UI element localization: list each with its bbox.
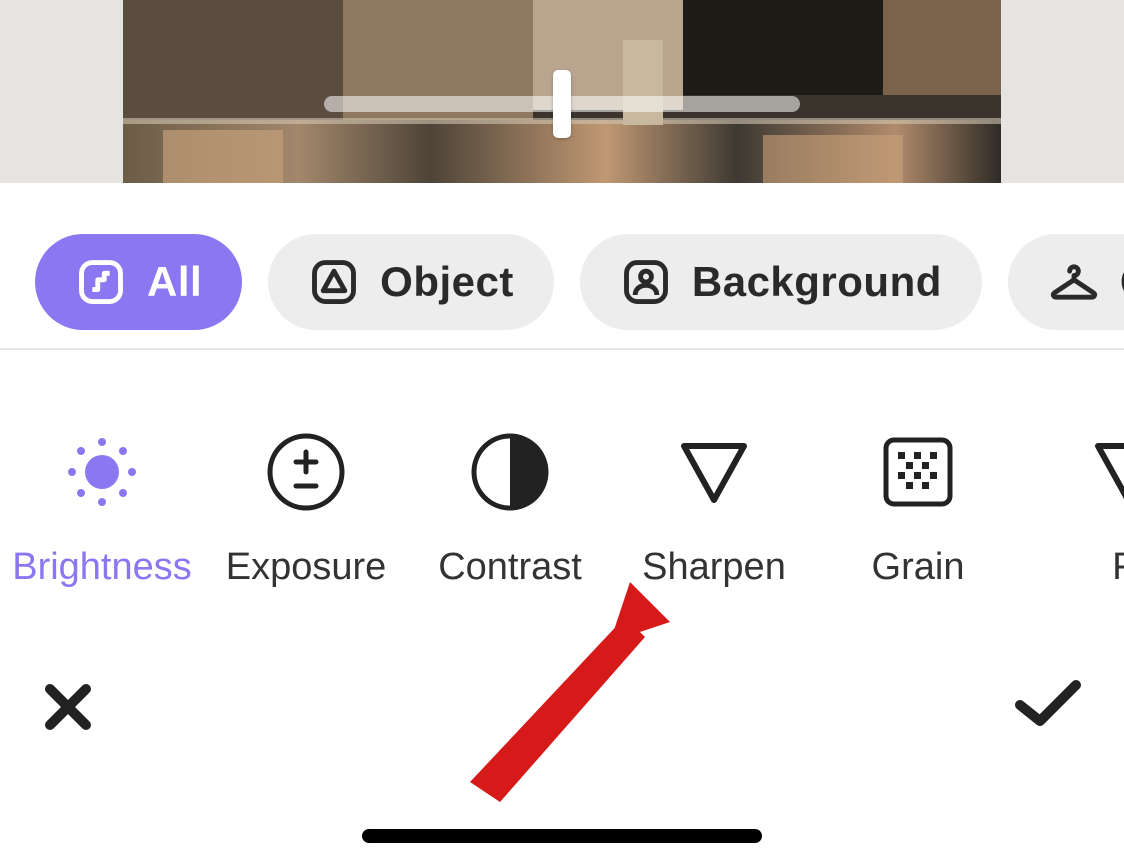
exposure-icon [264,430,348,514]
filter-tab-background[interactable]: Background [580,234,982,330]
fine-sharpen-icon [1086,430,1124,514]
tool-label: Brightness [12,546,192,589]
home-indicator [362,829,762,843]
filter-tab-clothing[interactable]: Cl [1008,234,1124,330]
tool-fine[interactable]: Fi [1026,430,1124,589]
tool-label: Sharpen [642,546,786,589]
tool-grain[interactable]: Grain [816,430,1020,589]
tool-label: Fi [1112,546,1124,589]
filter-tab-bar: All Object Background Cl [0,183,1124,350]
confirm-button[interactable] [1012,675,1084,736]
tool-contrast[interactable]: Contrast [408,430,612,589]
filter-tab-label: Background [692,258,942,306]
tool-label: Contrast [438,546,582,589]
grain-icon [876,430,960,514]
tool-exposure[interactable]: Exposure [204,430,408,589]
adjustment-tools-row: Brightness Exposure Contrast Sharpen [0,350,1124,589]
tool-label: Exposure [226,546,387,589]
cancel-button[interactable] [40,679,96,740]
portrait-icon [620,256,672,308]
hanger-icon [1048,256,1100,308]
image-preview [0,0,1124,183]
brightness-icon [60,430,144,514]
layers-icon [75,256,127,308]
tool-label: Grain [872,546,965,589]
contrast-icon [468,430,552,514]
filter-tab-object[interactable]: Object [268,234,554,330]
filter-tab-label: Cl [1120,258,1124,306]
bottom-bar [0,648,1124,868]
tool-sharpen[interactable]: Sharpen [612,430,816,589]
filter-tab-label: All [147,258,202,306]
adjustment-slider-thumb[interactable] [553,70,571,138]
tool-brightness[interactable]: Brightness [0,430,204,589]
triangle-box-icon [308,256,360,308]
sharpen-icon [672,430,756,514]
filter-tab-label: Object [380,258,514,306]
filter-tab-all[interactable]: All [35,234,242,330]
